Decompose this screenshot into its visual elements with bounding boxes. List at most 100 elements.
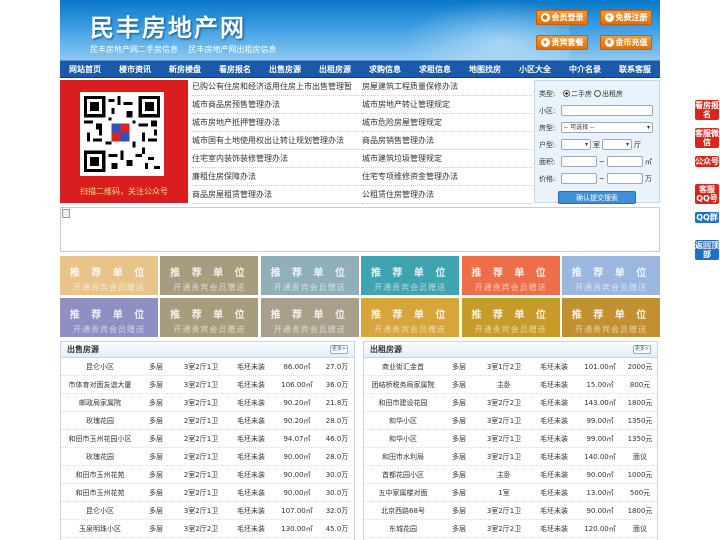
- table-row[interactable]: 昆仑小区 多层 3室2厅1卫 毛坯未装 107.00㎡ 32.0万: [61, 502, 354, 520]
- price-max-input[interactable]: [606, 173, 643, 184]
- news-link[interactable]: 公租赁住房管理办法: [362, 186, 532, 204]
- table-row[interactable]: 和田市玉州花苑 多层 2室2厅1卫 毛坯未装 90.00㎡ 30.0万: [61, 466, 354, 484]
- recommended-unit-tile[interactable]: 推 荐 单 位开通贵宾会员赠送: [562, 298, 660, 337]
- listing-name-link[interactable]: 市体育对面友谊大厦: [61, 380, 139, 390]
- nav-item[interactable]: 小区大全: [510, 61, 560, 77]
- listing-name-link[interactable]: 商业街汇金首: [364, 362, 442, 372]
- news-link[interactable]: 廉租住房保障办法: [192, 168, 362, 186]
- vip-package-button[interactable]: ★ 贵宾套餐: [536, 35, 588, 50]
- radio-rent-label[interactable]: 出租房: [602, 89, 623, 99]
- nav-item[interactable]: 网站首页: [60, 61, 110, 77]
- listing-name-link[interactable]: 团结桥税务局家属院: [364, 380, 442, 390]
- news-link[interactable]: 城市房地产抵押管理办法: [192, 114, 362, 132]
- price-min-input[interactable]: [561, 173, 597, 184]
- table-row[interactable]: 玫瑰花园 多层 2室2厅1卫 毛坯未装 90.00㎡ 28.0万: [61, 448, 354, 466]
- side-button[interactable]: 返回顶部: [695, 240, 719, 260]
- news-link[interactable]: 城市危险房屋管理规定: [362, 114, 532, 132]
- subtitle-rent-link[interactable]: 民丰房地产网出租房信息: [189, 45, 277, 54]
- news-link[interactable]: 商品房屋租赁管理办法: [192, 186, 362, 204]
- site-title[interactable]: 民丰房地产网: [90, 8, 246, 43]
- search-submit-button[interactable]: 确认提交搜索: [558, 191, 636, 204]
- table-row[interactable]: 首都花园小区 多层 主卧 毛坯未装 90.00㎡ 1000元: [364, 466, 657, 484]
- side-button[interactable]: 看房报名: [695, 100, 719, 120]
- side-button[interactable]: 客服微信: [695, 128, 719, 148]
- news-link[interactable]: 城市房地产转让管理规定: [362, 96, 532, 114]
- table-row[interactable]: 玉泉明珠小区 多层 3室2厅2卫 毛坯未装 130.00㎡ 45.0万: [61, 520, 354, 538]
- nav-item[interactable]: 中介名录: [560, 61, 610, 77]
- recommended-unit-tile[interactable]: 推 荐 单 位开通贵宾会员赠送: [160, 298, 259, 337]
- side-button[interactable]: QQ群: [695, 212, 719, 223]
- recommended-unit-tile[interactable]: 推 荐 单 位开通贵宾会员赠送: [60, 256, 158, 295]
- login-button[interactable]: ● 会员登录: [536, 10, 588, 25]
- listing-name-link[interactable]: 和田市玉州花苑: [61, 488, 139, 498]
- side-button[interactable]: 客服QQ号: [695, 184, 719, 204]
- recommended-unit-tile[interactable]: 推 荐 单 位开通贵宾会员赠送: [260, 256, 359, 295]
- recommended-unit-tile[interactable]: 推 荐 单 位开通贵宾会员赠送: [60, 298, 158, 337]
- room-select[interactable]: ▾: [561, 139, 591, 150]
- listing-name-link[interactable]: 五中家属楼对面: [364, 488, 442, 498]
- recommended-unit-tile[interactable]: 推 荐 单 位开通贵宾会员赠送: [260, 298, 359, 337]
- news-link[interactable]: 城市商品房预售管理办法: [192, 96, 362, 114]
- fangxing-select[interactable]: -- 可选择 -- ▾: [561, 122, 653, 133]
- listing-name-link[interactable]: 北京西路68号: [364, 506, 442, 516]
- area-max-input[interactable]: [606, 156, 643, 167]
- subtitle-sale-link[interactable]: 民丰房地产网二手房信息: [90, 45, 178, 54]
- area-min-input[interactable]: [561, 156, 597, 167]
- table-row[interactable]: 和华小区 多层 3室2厅1卫 毛坯未装 99.00㎡ 1350元: [364, 412, 657, 430]
- news-link[interactable]: 住宅室内装饰装修管理办法: [192, 150, 362, 168]
- listing-name-link[interactable]: 和田市水利局: [364, 452, 442, 462]
- nav-item[interactable]: 联系客服: [610, 61, 660, 77]
- table-row[interactable]: 五中家属楼对面 多层 1室 毛坯未装 13.00㎡ 500元: [364, 484, 657, 502]
- listing-name-link[interactable]: 玉泉明珠小区: [61, 524, 139, 534]
- recommended-unit-tile[interactable]: 推 荐 单 位开通贵宾会员赠送: [361, 256, 460, 295]
- table-row[interactable]: 市体育对面友谊大厦 多层 3室2厅1卫 毛坯未装 106.00㎡ 36.0万: [61, 376, 354, 394]
- listing-name-link[interactable]: 邮政局家属院: [61, 398, 139, 408]
- recommended-unit-tile[interactable]: 推 荐 单 位开通贵宾会员赠送: [562, 256, 660, 295]
- news-link[interactable]: 城市建筑垃圾管理规定: [362, 150, 532, 168]
- banner-ad[interactable]: [60, 207, 660, 252]
- recommended-unit-tile[interactable]: 推 荐 单 位开通贵宾会员赠送: [461, 298, 560, 337]
- nav-item[interactable]: 出租房源: [310, 61, 360, 77]
- news-link[interactable]: 城市国有土地使用权出让转让规划管理办法: [192, 132, 362, 150]
- news-link[interactable]: 住宅专项维修资金管理办法: [362, 168, 532, 186]
- table-row[interactable]: 商业街汇金首 多层 3室1厅2卫 毛坯未装 101.00㎡ 2000元: [364, 358, 657, 376]
- table-row[interactable]: 团结桥税务局家属院 多层 主卧 毛坯未装 15.00㎡ 800元: [364, 376, 657, 394]
- sale-more-button[interactable]: 更多>: [330, 345, 348, 354]
- listing-name-link[interactable]: 首都花园小区: [364, 470, 442, 480]
- recommended-unit-tile[interactable]: 推 荐 单 位开通贵宾会员赠送: [461, 256, 560, 295]
- rent-more-button[interactable]: 更多>: [633, 345, 651, 354]
- nav-item[interactable]: 新房楼盘: [160, 61, 210, 77]
- nav-item[interactable]: 楼市资讯: [110, 61, 160, 77]
- recommended-unit-tile[interactable]: 推 荐 单 位开通贵宾会员赠送: [361, 298, 460, 337]
- recommended-unit-tile[interactable]: 推 荐 单 位开通贵宾会员赠送: [160, 256, 259, 295]
- radio-sale-label[interactable]: 二手房: [571, 89, 592, 99]
- listing-name-link[interactable]: 和华小区: [364, 416, 442, 426]
- nav-item[interactable]: 求租信息: [410, 61, 460, 77]
- news-link[interactable]: 已购公有住房和经济适用住房上市出售管理暂: [192, 78, 362, 96]
- table-row[interactable]: 邮政局家属院 多层 3室2厅1卫 毛坯未装 90.20㎡ 21.8万: [61, 394, 354, 412]
- recharge-button[interactable]: ¥ 金币充值: [600, 35, 652, 50]
- radio-sale[interactable]: [563, 90, 570, 97]
- table-row[interactable]: 玫瑰花园 多层 2室2厅1卫 毛坯未装 90.20㎡ 28.0万: [61, 412, 354, 430]
- listing-name-link[interactable]: 东城花园: [364, 524, 442, 534]
- nav-item[interactable]: 出售房源: [260, 61, 310, 77]
- register-button[interactable]: + 免费注册: [600, 10, 652, 25]
- listing-name-link[interactable]: 和田市玉州花苑: [61, 470, 139, 480]
- table-row[interactable]: 和田市水利局 多层 3室2厅1卫 毛坯未装 140.00㎡ 面议: [364, 448, 657, 466]
- table-row[interactable]: 东城花园 多层 3室2厅2卫 毛坯未装 120.00㎡ 面议: [364, 520, 657, 538]
- listing-name-link[interactable]: 玫瑰花园: [61, 452, 139, 462]
- side-button[interactable]: 公众号: [695, 156, 719, 167]
- news-link[interactable]: 房屋建筑工程质量保修办法: [362, 78, 532, 96]
- table-row[interactable]: 和田市建设花园 多层 3室2厅2卫 毛坯未装 143.00㎡ 1800元: [364, 394, 657, 412]
- nav-item[interactable]: 看房报名: [210, 61, 260, 77]
- table-row[interactable]: 北京西路68号 多层 3室2厅1卫 毛坯未装 90.00㎡ 1800元: [364, 502, 657, 520]
- nav-item[interactable]: 求购信息: [360, 61, 410, 77]
- news-link[interactable]: 商品房销售管理办法: [362, 132, 532, 150]
- nav-item[interactable]: 地图找房: [460, 61, 510, 77]
- radio-rent[interactable]: [594, 90, 601, 97]
- table-row[interactable]: 和田市玉州花园小区 多层 2室2厅1卫 毛坯未装 94.07㎡ 46.0万: [61, 430, 354, 448]
- table-row[interactable]: 和华小区 多层 3室2厅1卫 毛坯未装 99.00㎡ 1350元: [364, 430, 657, 448]
- xiaoqu-input[interactable]: [561, 105, 653, 116]
- listing-name-link[interactable]: 玫瑰花园: [61, 416, 139, 426]
- listing-name-link[interactable]: 昆仑小区: [61, 506, 139, 516]
